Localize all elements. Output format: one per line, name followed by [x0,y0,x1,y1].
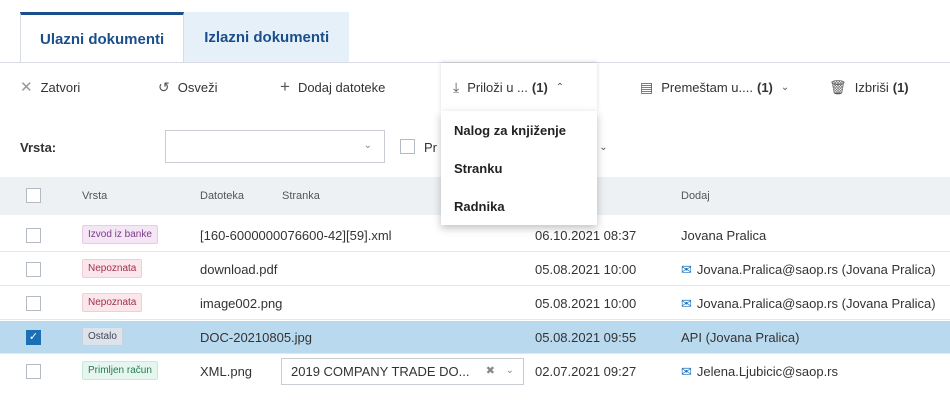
file-name[interactable]: [160-6000000076600-42][59].xml [200,219,392,252]
refresh-icon: ↺ [158,78,170,95]
added-by-text: Jovana Pralica [681,228,767,243]
move-count: (1) [756,79,773,95]
column-header-type[interactable]: Vrsta [82,177,107,215]
refresh-button[interactable]: ↺ Osveži [158,63,217,111]
add-files-label: Dodaj datoteke [297,79,386,95]
added-by-cell: ✉ Jelena.Ljubicic@saop.rs [681,355,838,388]
toolbar: ✕ Zatvori ↺ Osveži + Dodaj datoteke ⤓ Pr… [0,63,950,111]
close-icon: ✕ [20,79,33,96]
menu-item-posting-order[interactable]: Nalog za knjiženje [441,111,597,149]
plus-icon: + [280,77,290,96]
delete-button[interactable]: 🗑 Izbriši (1) [829,63,909,111]
type-badge: Izvod iz banke [82,225,158,244]
table-row[interactable]: Nepoznata image002.png 05.08.2021 10:00 … [0,287,950,320]
select-all-checkbox[interactable] [26,188,41,203]
type-select[interactable]: ⌄ [165,130,385,163]
column-header-party[interactable]: Stranka [282,177,320,215]
file-name[interactable]: DOC-20210805.jpg [200,321,312,354]
chevron-down-icon: ⌄ [363,140,372,151]
added-by-cell: Jovana Pralica [681,219,766,252]
date-cell: 02.07.2021 09:27 [535,364,637,379]
table-row[interactable]: Primljen račun XML.png 2019 COMPANY TRAD… [0,355,950,388]
added-by-text: Jelena.Ljubicic@saop.rs [696,364,839,379]
refresh-label: Osveži [177,79,218,95]
column-header-added-by[interactable]: Dodaj [681,177,710,215]
type-badge: Ostalo [82,327,123,346]
type-badge: Primljen račun [82,361,158,380]
table-row[interactable]: Nepoznata download.pdf 05.08.2021 10:00 … [0,253,950,286]
date-cell: 05.08.2021 10:00 [535,296,637,311]
file-name[interactable]: image002.png [200,287,282,320]
chevron-down-icon: ⌄ [780,81,790,93]
mail-icon: ✉ [681,363,692,379]
trash-icon: 🗑 [829,78,847,95]
row-checkbox-checked[interactable]: ✓ [26,330,41,345]
delete-label: Izbriši [854,79,889,95]
column-header-file[interactable]: Datoteka [200,177,244,215]
mail-icon: ✉ [681,261,692,277]
added-by-text: Jovana.Pralica@saop.rs (Jovana Pralica) [696,296,936,311]
file-name[interactable]: XML.png [200,355,252,388]
party-select-value: 2019 COMPANY TRADE DO... [291,364,470,379]
row-checkbox[interactable] [26,228,41,243]
clear-icon[interactable]: ✖ [486,364,495,377]
add-files-button[interactable]: + Dodaj datoteke [280,63,385,111]
filter-checkbox[interactable] [400,139,415,154]
document-tabs: Ulazni dokumenti Izlazni dokumenti [20,12,350,62]
added-by-cell: ✉ Jovana.Pralica@saop.rs (Jovana Pralica… [681,287,936,320]
mail-icon: ✉ [681,295,692,311]
attach-icon: ⤓ [453,78,460,95]
tab-outgoing-documents[interactable]: Izlazni dokumenti [184,12,350,62]
type-badge: Nepoznata [82,293,143,312]
date-cell: 05.08.2021 09:55 [535,330,637,345]
type-badge: Nepoznata [82,259,143,278]
chevron-down-icon: ⌄ [599,141,608,153]
move-label: Premeštam u.... [661,79,753,95]
chevron-down-icon: ⌄ [505,365,514,376]
added-by-cell: ✉ Jovana.Pralica@saop.rs (Jovana Pralica… [681,253,936,286]
attach-count: (1) [531,79,548,95]
move-icon: ▤ [640,78,654,95]
type-filter-label: Vrsta: [20,139,57,155]
move-to-button[interactable]: ▤ Premeštam u.... (1) ⌄ [640,63,789,111]
close-button[interactable]: ✕ Zatvori [20,63,80,111]
table-row-selected[interactable]: ✓ Ostalo DOC-20210805.jpg 05.08.2021 09:… [0,321,950,354]
row-checkbox[interactable] [26,364,41,379]
chevron-up-icon: ⌃ [555,81,565,93]
menu-item-customer[interactable]: Stranku [441,149,597,187]
row-checkbox[interactable] [26,262,41,277]
added-by-text: Jovana.Pralica@saop.rs (Jovana Pralica) [696,262,936,277]
filter-checkbox-label: Pr [424,139,437,155]
row-checkbox[interactable] [26,296,41,311]
attach-to-menu: Nalog za knjiženje Stranku Radnika [441,111,597,225]
party-select[interactable]: 2019 COMPANY TRADE DO... ✖ ⌄ [281,358,524,385]
close-label: Zatvori [40,79,81,95]
delete-count: (1) [892,79,909,95]
menu-item-employee[interactable]: Radnika [441,187,597,225]
added-by-cell: API (Jovana Pralica) [681,321,800,354]
attach-label: Priloži u ... [467,79,528,95]
added-by-text: API (Jovana Pralica) [681,330,800,345]
tab-incoming-documents[interactable]: Ulazni dokumenti [20,12,185,62]
attach-to-button[interactable]: ⤓ Priloži u ... (1) ⌃ [441,63,597,111]
date-cell: 05.08.2021 10:00 [535,262,637,277]
file-name[interactable]: download.pdf [200,253,277,286]
